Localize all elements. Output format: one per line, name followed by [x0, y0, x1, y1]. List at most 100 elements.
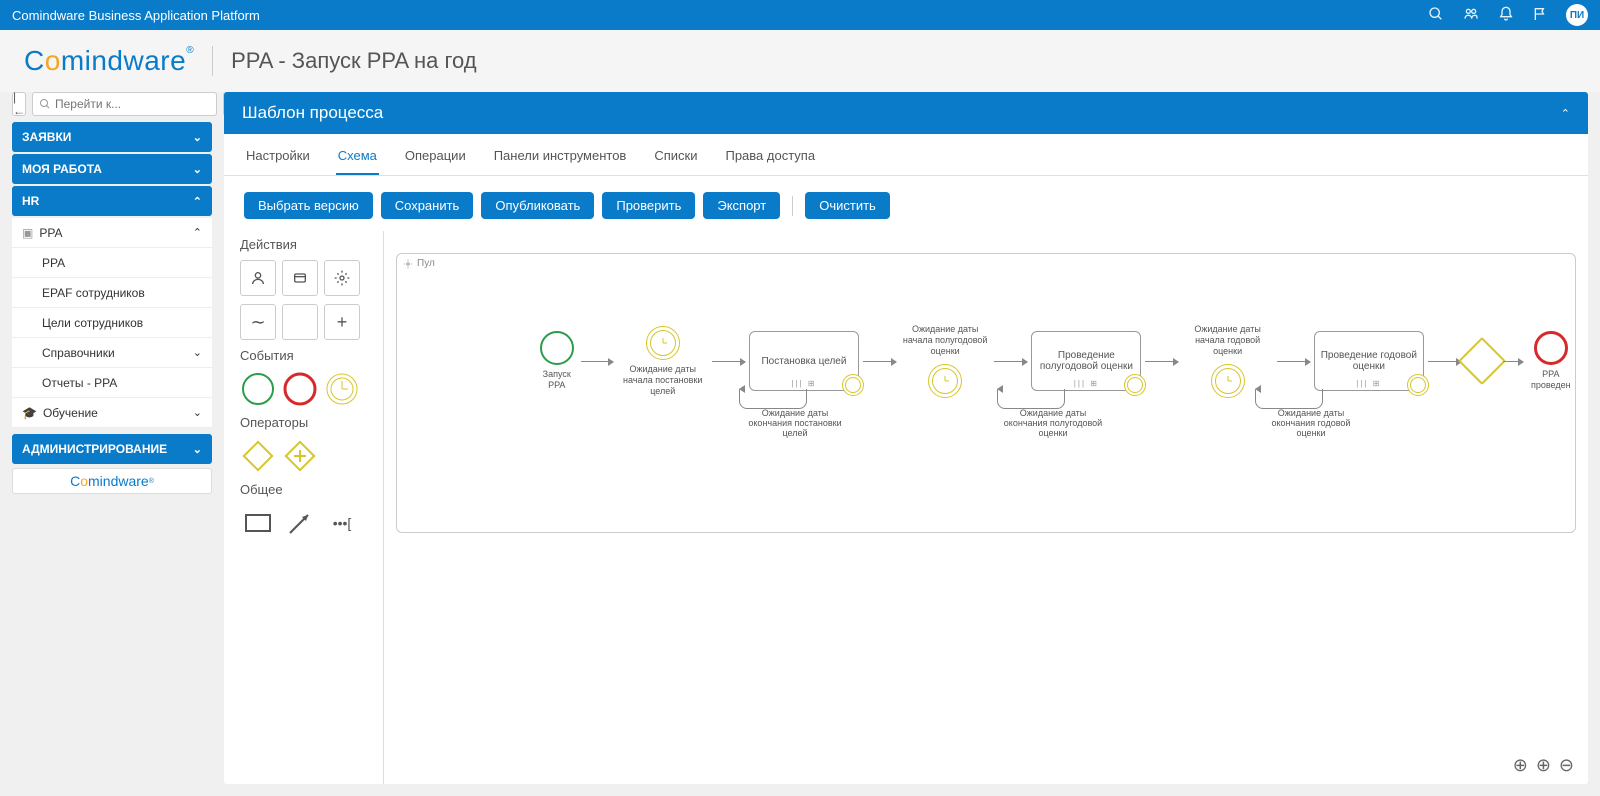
palette-gear-task[interactable] [324, 260, 360, 296]
end-event[interactable]: PPA проведен [1527, 331, 1576, 391]
logo: Comindware® [24, 45, 194, 77]
palette-empty-task[interactable] [282, 304, 318, 340]
zoom-fit-icon[interactable]: ⊕ [1513, 755, 1528, 776]
return-flow[interactable] [739, 389, 807, 409]
sidebar: |← ЗАЯВКИ⌄ МОЯ РАБОТА⌄ HR⌃ ▣PPA⌃ PPA EPA… [12, 92, 212, 784]
tab-settings[interactable]: Настройки [244, 144, 312, 175]
task-3[interactable]: Проведение годовой оценки ||| ⊞ [1314, 331, 1424, 391]
search-input[interactable] [55, 97, 210, 111]
gear-icon [403, 259, 413, 269]
boundary-label-1: Ожидание даты окончания постановки целей [745, 409, 845, 439]
boundary-timer-icon [842, 374, 864, 396]
tab-access[interactable]: Права доступа [723, 144, 817, 175]
canvas[interactable]: Пул Запуск PPA Ожидание даты начала пост… [384, 231, 1588, 784]
toolbar: Выбрать версию Сохранить Опубликовать Пр… [224, 176, 1588, 231]
nav-item-refs[interactable]: Справочники⌄ [12, 338, 212, 368]
topbar-title: Comindware Business Application Platform [12, 8, 1428, 23]
tabs: Настройки Схема Операции Панели инструме… [224, 134, 1588, 176]
palette-gateway-plus[interactable] [282, 438, 318, 474]
boundary-timer-icon [1124, 374, 1146, 396]
nav-group-mywork[interactable]: МОЯ РАБОТА⌄ [12, 154, 212, 184]
sequence-flow[interactable] [863, 361, 896, 362]
sequence-flow[interactable] [712, 361, 745, 362]
palette-gateway[interactable] [240, 438, 276, 474]
nav-item-goals[interactable]: Цели сотрудников [12, 308, 212, 338]
sequence-flow[interactable] [1503, 361, 1523, 362]
palette-pool[interactable] [240, 505, 276, 541]
start-event[interactable]: Запуск PPA [537, 331, 577, 391]
sequence-flow[interactable] [1145, 361, 1178, 362]
nav-group-requests[interactable]: ЗАЯВКИ⌄ [12, 122, 212, 152]
zoom-out-icon[interactable]: ⊖ [1559, 755, 1574, 776]
nav-group-hr[interactable]: HR⌃ [12, 186, 212, 216]
chevron-up-icon: ⌃ [193, 226, 202, 239]
palette-plus[interactable]: + [324, 304, 360, 340]
tab-lists[interactable]: Списки [652, 144, 699, 175]
boundary-timer-icon [1407, 374, 1429, 396]
nav-group-admin[interactable]: АДМИНИСТРИРОВАНИЕ⌄ [12, 434, 212, 464]
zoom-in-icon[interactable]: ⊕ [1536, 755, 1551, 776]
palette-general-title: Общее [240, 482, 367, 497]
panel-header: Шаблон процесса ⌃ [224, 92, 1588, 134]
return-flow[interactable] [997, 389, 1065, 409]
panel-title: Шаблон процесса [242, 103, 383, 123]
chevron-down-icon: ⌄ [193, 163, 202, 176]
sequence-flow[interactable] [994, 361, 1027, 362]
divider [212, 46, 213, 76]
nav-item-ppa[interactable]: PPA [12, 248, 212, 278]
topbar: Comindware Business Application Platform… [0, 0, 1600, 30]
collapse-panel-icon[interactable]: ⌃ [1561, 107, 1570, 120]
footer-logo: Comindware® [12, 468, 212, 494]
pool-label: Пул [403, 258, 435, 269]
tab-toolbars[interactable]: Панели инструментов [492, 144, 629, 175]
search-icon[interactable] [1428, 6, 1444, 25]
palette-service-task[interactable] [282, 260, 318, 296]
chevron-down-icon: ⌄ [193, 406, 202, 419]
clear-button[interactable]: Очистить [805, 192, 890, 219]
palette-end-event[interactable] [282, 371, 318, 407]
palette-annotation[interactable]: •••[ [324, 505, 360, 541]
sequence-flow[interactable] [581, 361, 614, 362]
collapse-sidebar-button[interactable]: |← [12, 92, 26, 116]
save-button[interactable]: Сохранить [381, 192, 474, 219]
palette-actions-title: Действия [240, 237, 367, 252]
task-2[interactable]: Проведение полугодовой оценки ||| ⊞ [1031, 331, 1141, 391]
tab-schema[interactable]: Схема [336, 144, 379, 175]
palette: Действия ∼ + События Операторы [224, 231, 384, 784]
chevron-up-icon: ⌃ [193, 195, 202, 208]
page-title: PPA - Запуск PPA на год [231, 48, 477, 74]
palette-arrow[interactable] [282, 505, 318, 541]
process-flow: Запуск PPA Ожидание даты начала постанов… [537, 324, 1575, 398]
bell-icon[interactable] [1498, 6, 1514, 25]
timer-event-2[interactable]: Ожидание даты начала полугодовой оценки [900, 324, 991, 398]
sequence-flow[interactable] [1428, 361, 1461, 362]
avatar[interactable]: ПИ [1566, 4, 1588, 26]
palette-operators-title: Операторы [240, 415, 367, 430]
export-button[interactable]: Экспорт [703, 192, 780, 219]
folder-icon: ▣ [22, 226, 33, 240]
nav-item-ppa-folder[interactable]: ▣PPA⌃ [12, 218, 212, 248]
publish-button[interactable]: Опубликовать [481, 192, 594, 219]
validate-button[interactable]: Проверить [602, 192, 695, 219]
main-panel: Шаблон процесса ⌃ Настройки Схема Операц… [224, 92, 1588, 784]
palette-start-event[interactable] [240, 371, 276, 407]
select-version-button[interactable]: Выбрать версию [244, 192, 373, 219]
palette-timer-event[interactable] [324, 371, 360, 407]
search-box[interactable] [32, 92, 217, 116]
task-1[interactable]: Постановка целей ||| ⊞ [749, 331, 859, 391]
nav-item-training[interactable]: 🎓Обучение⌄ [12, 398, 212, 428]
palette-script-task[interactable]: ∼ [240, 304, 276, 340]
tab-operations[interactable]: Операции [403, 144, 468, 175]
users-icon[interactable] [1462, 6, 1480, 25]
search-icon [39, 98, 51, 110]
sequence-flow[interactable] [1277, 361, 1310, 362]
palette-user-task[interactable] [240, 260, 276, 296]
flag-icon[interactable] [1532, 6, 1548, 25]
nav-item-reports[interactable]: Отчеты - PPA [12, 368, 212, 398]
pool[interactable]: Пул Запуск PPA Ожидание даты начала пост… [396, 253, 1576, 533]
return-flow[interactable] [1255, 389, 1323, 409]
timer-event-1[interactable]: Ожидание даты начала постановки целей [617, 326, 708, 396]
nav-item-epaf[interactable]: EPAF сотрудников [12, 278, 212, 308]
gateway[interactable] [1465, 344, 1499, 378]
topbar-icons: ПИ [1428, 4, 1588, 26]
